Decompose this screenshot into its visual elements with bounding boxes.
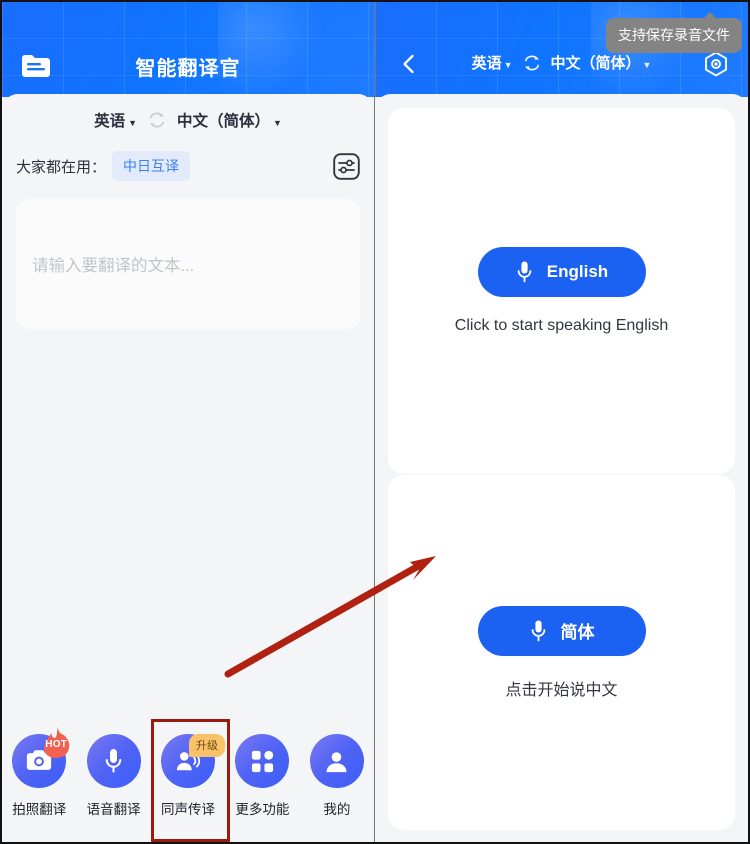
tab-label: 语音翻译: [86, 802, 141, 817]
left-content-sheet: 英语 ▼ 中文（简体） ▼ 大家都在用： 中日互译 请输入要翻译的文本... H…: [2, 94, 374, 842]
swap-arrows-icon[interactable]: [147, 110, 167, 130]
speech-hint-text: Click to start speaking English: [454, 317, 669, 334]
tab-label: 同声传译: [161, 802, 216, 817]
microphone-icon: [529, 619, 548, 643]
save-recording-tooltip: 支持保存录音文件: [606, 12, 742, 53]
chevron-down-icon: ▼: [503, 60, 513, 70]
tab-label: 更多功能: [235, 802, 290, 817]
input-placeholder-text: 请输入要翻译的文本...: [32, 257, 195, 275]
left-phone-panel: 智能翻译官 英语 ▼ 中文（简体） ▼ 大家都在用： 中日互译 请输入要翻译的文…: [2, 2, 375, 842]
chevron-down-icon: ▼: [273, 118, 282, 128]
source-language-label: 英语: [94, 113, 126, 130]
tab-voice-translate[interactable]: 语音翻译: [76, 734, 150, 818]
grid-apps-icon: [235, 734, 290, 788]
target-language-selector[interactable]: 中文（简体） ▼: [177, 109, 282, 131]
chevron-down-icon: ▼: [128, 118, 137, 128]
bottom-tab-bar: HOT 拍照翻译 语音翻译 升级 同声传译 更多功能 我的: [2, 724, 374, 842]
hex-gear-icon[interactable]: [702, 51, 730, 79]
microphone-icon: [515, 260, 534, 284]
language-selector-row: 英语 ▼ 中文（简体） ▼: [2, 94, 374, 146]
tab-mine[interactable]: 我的: [300, 734, 374, 818]
right-content-sheet: English Click to start speaking English …: [375, 94, 748, 842]
tab-label: 拍照翻译: [12, 802, 67, 817]
hot-badge-label: HOT: [45, 739, 68, 750]
target-language-selector[interactable]: 中文（简体） ▼: [551, 52, 652, 73]
tab-label: 我的: [323, 802, 351, 817]
right-phone-panel: 英语 ▼ 中文（简体） ▼ English Click to start spe…: [375, 2, 748, 842]
translation-text-input[interactable]: 请输入要翻译的文本...: [16, 199, 360, 329]
source-language-selector[interactable]: 英语 ▼: [472, 52, 513, 73]
speech-hint-text: 点击开始说中文: [505, 681, 618, 699]
popular-pairs-row: 大家都在用： 中日互译: [2, 146, 374, 186]
left-app-header: 智能翻译官: [2, 2, 374, 97]
target-language-label: 中文（简体）: [177, 113, 271, 130]
popular-label: 大家都在用：: [16, 158, 107, 176]
right-language-selector-row: 英语 ▼ 中文（简体） ▼: [375, 52, 748, 73]
popular-pair-chip[interactable]: 中日互译: [112, 151, 191, 181]
source-language-label: 英语: [471, 55, 502, 72]
start-speaking-chinese-button[interactable]: 简体: [477, 605, 646, 656]
chevron-down-icon: ▼: [642, 60, 652, 70]
pill-label: 简体: [560, 623, 595, 642]
source-language-selector[interactable]: 英语 ▼: [94, 109, 137, 131]
person-profile-icon: [309, 734, 364, 788]
tab-more-features[interactable]: 更多功能: [225, 734, 299, 818]
tab-photo-translate[interactable]: HOT 拍照翻译: [2, 727, 76, 818]
app-title: 智能翻译官: [135, 58, 241, 80]
screenshot-root: 智能翻译官 英语 ▼ 中文（简体） ▼ 大家都在用： 中日互译 请输入要翻译的文…: [0, 0, 750, 844]
hot-flame-badge: HOT: [37, 726, 75, 764]
target-language-label: 中文（简体）: [550, 55, 641, 72]
swap-arrows-icon[interactable]: [522, 53, 542, 73]
tab-simultaneous-interpretation[interactable]: 升级 同声传译: [151, 734, 226, 818]
microphone-icon: [86, 734, 141, 788]
start-speaking-english-button[interactable]: English: [477, 247, 646, 297]
pill-label: English: [546, 262, 609, 281]
sliders-settings-icon[interactable]: [333, 152, 360, 180]
target-speech-card: 简体 点击开始说中文: [388, 475, 735, 830]
upgrade-badge: 升级: [189, 734, 226, 757]
source-speech-card: English Click to start speaking English: [388, 108, 735, 474]
